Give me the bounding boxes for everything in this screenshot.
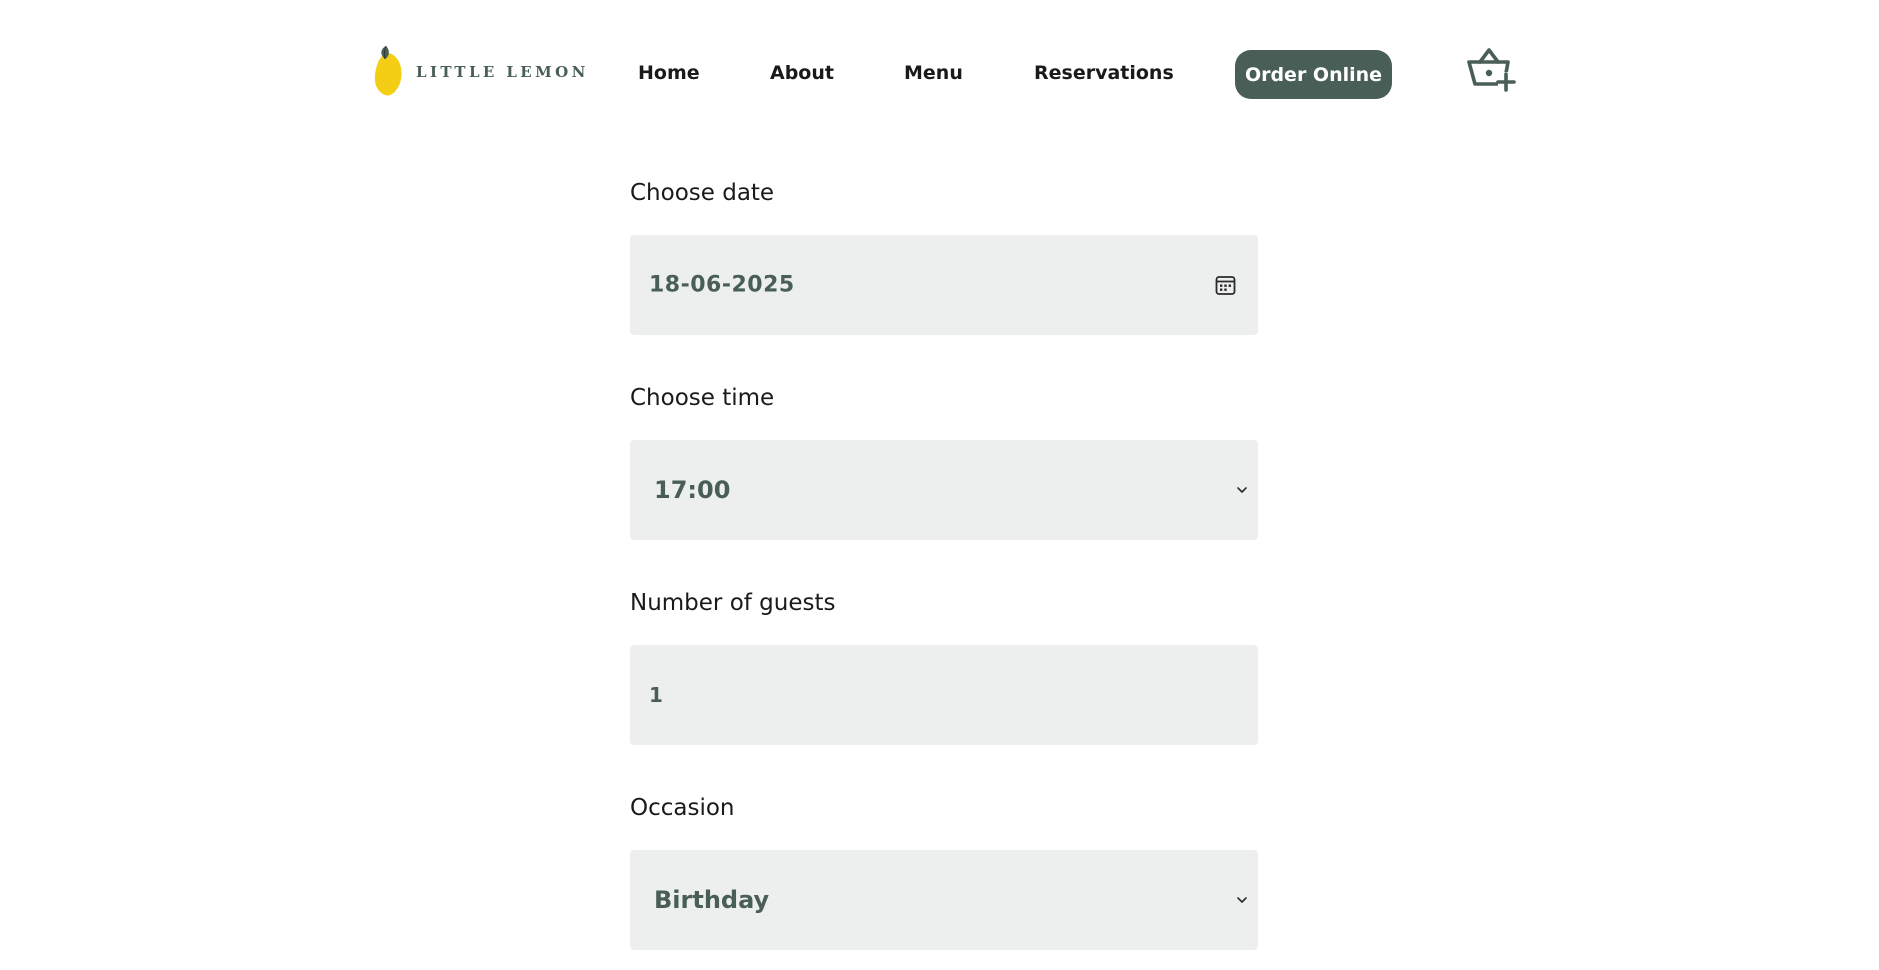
nav-about[interactable]: About — [770, 62, 834, 84]
nav-menu[interactable]: Menu — [904, 62, 963, 84]
time-select[interactable]: 17:00 — [630, 440, 1258, 540]
date-input[interactable]: 18-06-2025 — [630, 235, 1258, 335]
occasion-value: Birthday — [654, 886, 770, 914]
guests-input[interactable]: 1 — [630, 645, 1258, 745]
nav-reservations[interactable]: Reservations — [1034, 62, 1174, 84]
nav-home[interactable]: Home — [638, 62, 700, 84]
guests-label: Number of guests — [630, 590, 836, 616]
occasion-label: Occasion — [630, 795, 735, 821]
lemon-icon — [374, 45, 402, 96]
time-label: Choose time — [630, 385, 775, 411]
date-label: Choose date — [630, 180, 775, 206]
guests-value: 1 — [649, 683, 663, 707]
site-header: LITTLE LEMON Home About Menu Reservation… — [0, 0, 1879, 150]
cart-button[interactable] — [1466, 46, 1516, 98]
chevron-down-icon — [1237, 897, 1247, 903]
occasion-select[interactable]: Birthday — [630, 850, 1258, 950]
brand-name: LITTLE LEMON — [416, 63, 589, 81]
calendar-icon[interactable] — [1215, 275, 1236, 296]
basket-add-icon — [1467, 48, 1516, 92]
chevron-down-icon — [1237, 487, 1247, 493]
brand-logo[interactable]: LITTLE LEMON — [372, 44, 589, 100]
order-online-button[interactable]: Order Online — [1235, 50, 1392, 99]
time-value: 17:00 — [654, 476, 731, 504]
date-value: 18-06-2025 — [649, 272, 795, 298]
